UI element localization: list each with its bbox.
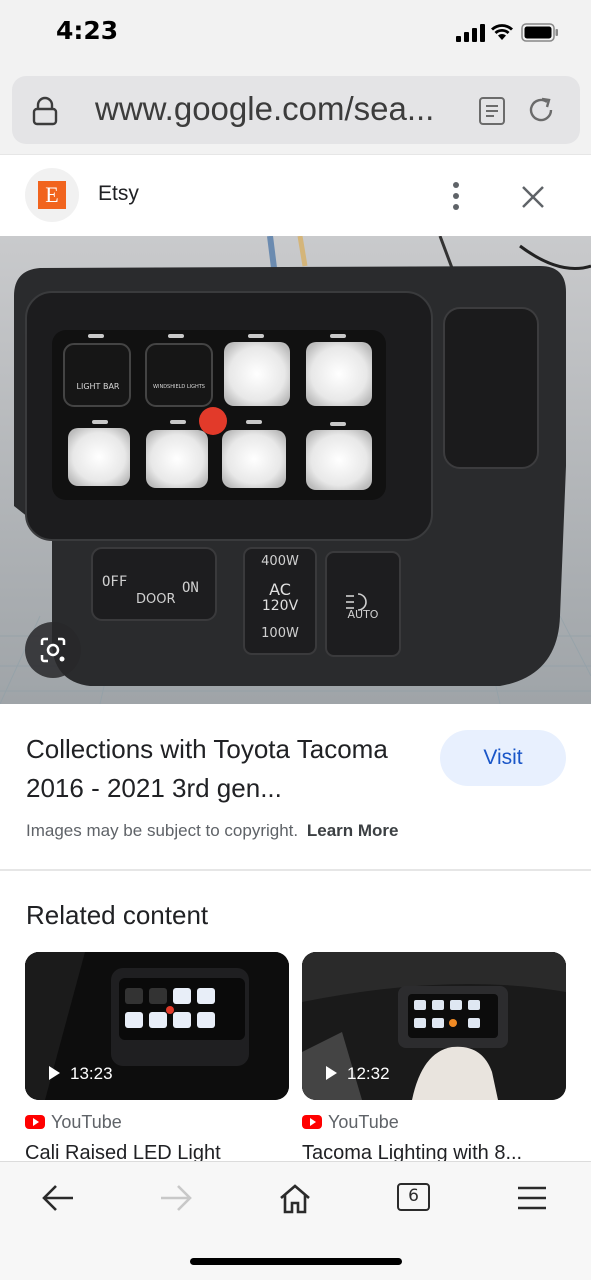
source-name[interactable]: Etsy xyxy=(98,182,139,206)
duration-text: 12:32 xyxy=(347,1064,390,1083)
youtube-icon xyxy=(302,1115,322,1129)
image-source-header: E Etsy xyxy=(0,154,591,236)
learn-more-link[interactable]: Learn More xyxy=(307,821,399,840)
url-text[interactable]: www.google.com/sea... xyxy=(95,90,434,128)
inverter-ac-label: AC xyxy=(269,580,291,599)
tabs-button[interactable]: 6 xyxy=(397,1183,430,1211)
video-thumbnail[interactable]: 13:23 xyxy=(25,952,289,1100)
related-content: Related content 13:23 YouTube Cali Raise… xyxy=(0,871,591,1161)
related-card[interactable]: 12:32 YouTube Tacoma Lighting with 8... xyxy=(302,952,566,1161)
main-image[interactable]: LIGHT BAR WINDSHIELD LIGHTS OFF ON DOOR … xyxy=(0,236,591,704)
youtube-icon xyxy=(25,1115,45,1129)
inverter-400w-label: 400W xyxy=(261,554,299,569)
battery-icon xyxy=(521,23,558,42)
light-bar-label: LIGHT BAR xyxy=(76,382,120,391)
forward-arrow-icon[interactable] xyxy=(158,1182,194,1214)
lens-icon xyxy=(40,637,66,663)
video-title[interactable]: Tacoma Lighting with 8... xyxy=(302,1142,566,1161)
copyright-notice: Images may be subject to copyright. Lear… xyxy=(26,821,399,841)
signal-icon xyxy=(456,24,485,42)
play-icon xyxy=(326,1066,337,1080)
status-time: 4:23 xyxy=(56,16,119,45)
wifi-icon xyxy=(491,24,513,40)
play-icon xyxy=(49,1066,60,1080)
related-heading: Related content xyxy=(26,900,209,930)
source-favicon[interactable]: E xyxy=(25,168,79,222)
auto-label: AUTO xyxy=(347,608,379,621)
close-icon[interactable] xyxy=(519,183,547,211)
inverter-voltage-label: 120V xyxy=(261,598,299,614)
browser-address-area: www.google.com/sea... xyxy=(0,66,591,154)
google-lens-button[interactable] xyxy=(25,622,81,678)
windshield-lights-label: WINDSHIELD LIGHTS xyxy=(153,384,205,390)
video-duration: 13:23 xyxy=(49,1064,113,1084)
status-bar: 4:23 xyxy=(0,0,591,66)
home-icon[interactable] xyxy=(277,1182,313,1214)
video-duration: 12:32 xyxy=(326,1064,390,1084)
image-info: Collections with Toyota Tacoma 2016 - 20… xyxy=(0,704,591,870)
more-vert-icon[interactable] xyxy=(448,179,464,213)
image-title[interactable]: Collections with Toyota Tacoma 2016 - 20… xyxy=(26,730,426,808)
reload-icon[interactable] xyxy=(525,94,557,126)
source-label: YouTube xyxy=(51,1112,122,1132)
inverter-100w-label: 100W xyxy=(261,626,299,641)
menu-icon[interactable] xyxy=(514,1182,550,1214)
video-thumbnail[interactable]: 12:32 xyxy=(302,952,566,1100)
address-bar[interactable]: www.google.com/sea... xyxy=(12,76,580,144)
lock-icon xyxy=(32,96,58,126)
source-label: YouTube xyxy=(328,1112,399,1132)
video-source: YouTube xyxy=(25,1112,122,1134)
door-label: DOOR xyxy=(136,592,176,607)
reader-mode-icon[interactable] xyxy=(478,96,506,126)
video-source: YouTube xyxy=(302,1112,399,1134)
browser-toolbar: 6 xyxy=(0,1161,591,1280)
visit-button[interactable]: Visit xyxy=(440,730,566,786)
door-off-label: OFF xyxy=(102,574,128,590)
video-title[interactable]: Cali Raised LED Light xyxy=(25,1142,289,1161)
etsy-logo-icon: E xyxy=(38,181,66,209)
door-on-label: ON xyxy=(182,580,199,596)
duration-text: 13:23 xyxy=(70,1064,113,1083)
related-card[interactable]: 13:23 YouTube Cali Raised LED Light xyxy=(25,952,289,1161)
back-arrow-icon[interactable] xyxy=(40,1182,76,1214)
copyright-text: Images may be subject to copyright. xyxy=(26,821,299,840)
home-indicator[interactable] xyxy=(190,1258,402,1265)
